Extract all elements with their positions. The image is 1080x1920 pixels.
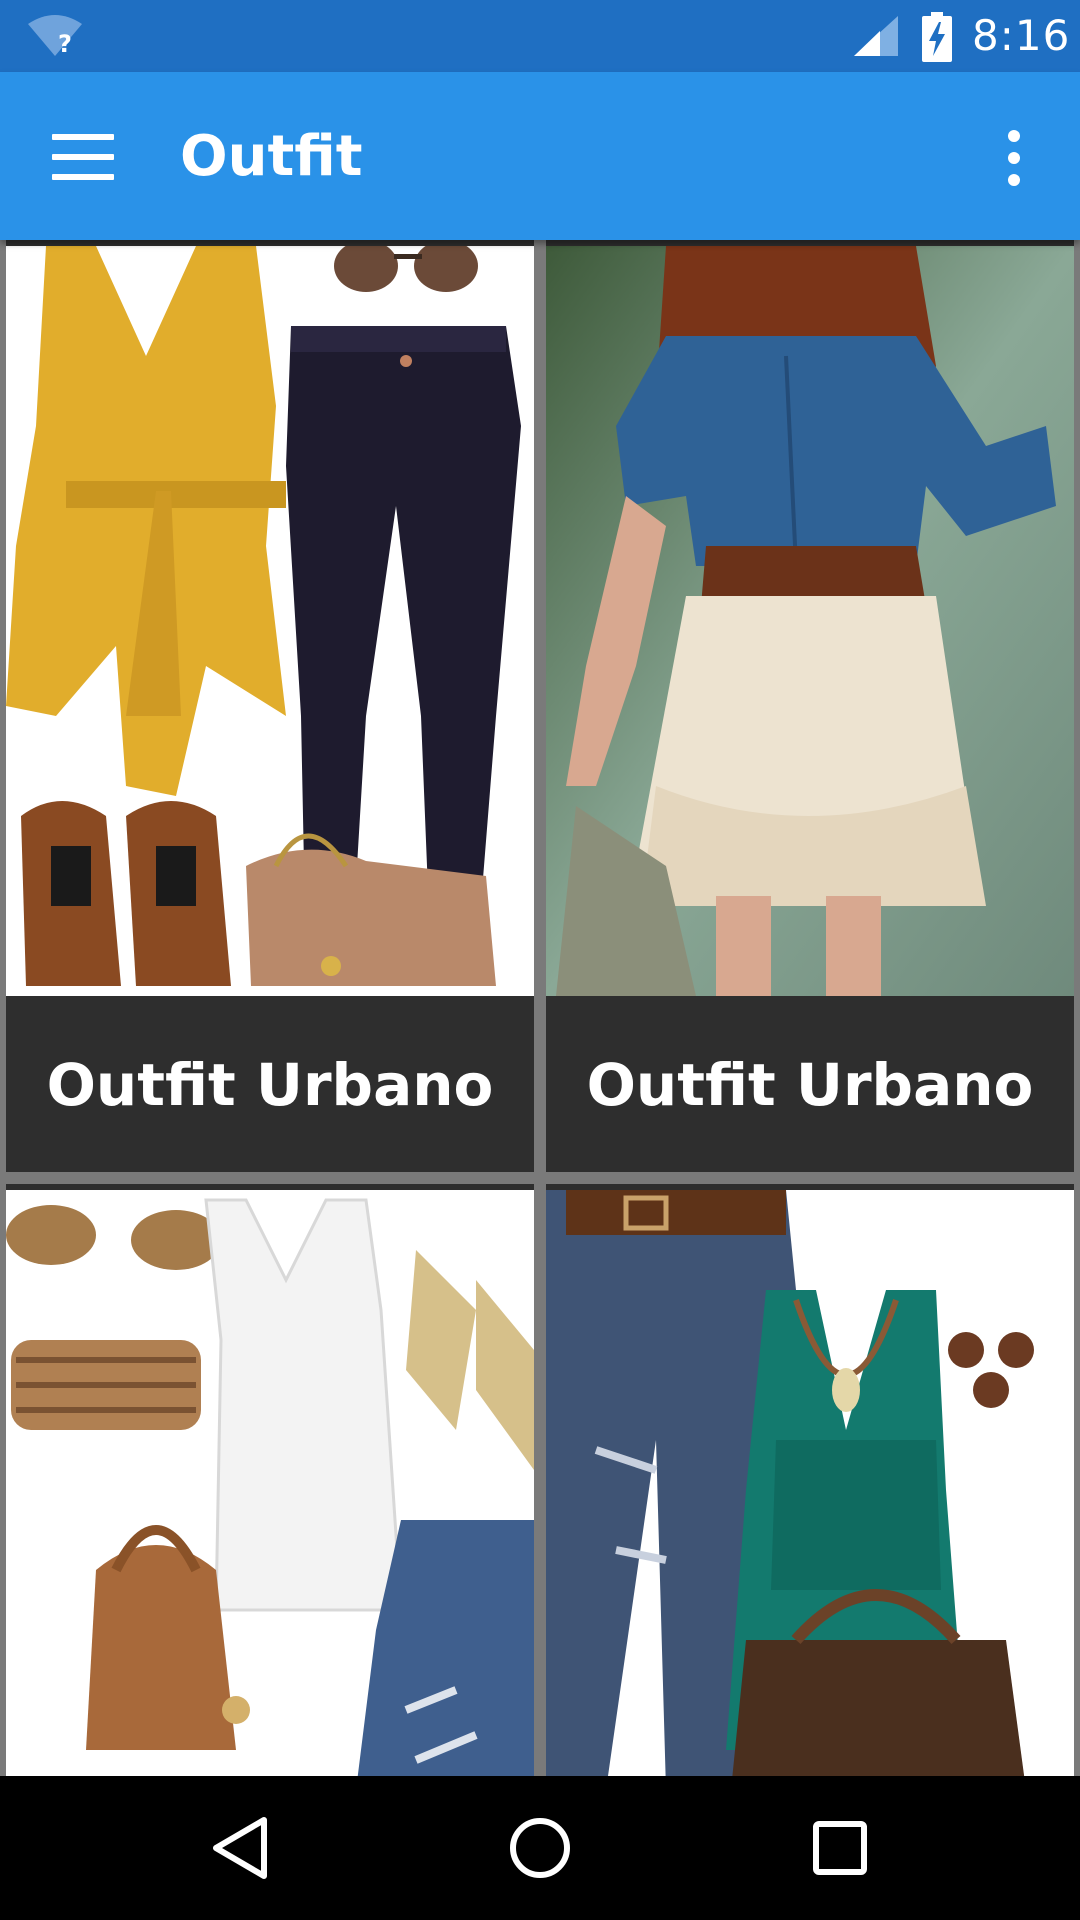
cell-signal-icon: [854, 16, 898, 56]
outfit-photo: [546, 246, 1074, 996]
card-caption: Outfit Urbano: [546, 996, 1074, 1172]
status-time: 8:16: [972, 11, 1071, 60]
outfit-photo: [6, 246, 534, 996]
system-nav-bar: [0, 1776, 1080, 1920]
outfit-card[interactable]: Outfit Urbano: [546, 240, 1074, 1172]
svg-text:?: ?: [58, 30, 72, 58]
more-vert-icon[interactable]: [996, 128, 1032, 188]
card-caption: Outfit Urbano: [6, 996, 534, 1172]
outfit-card[interactable]: Outfit Urbano: [6, 240, 534, 1172]
outfit-card[interactable]: [546, 1184, 1074, 1776]
wifi-unknown-icon: ?: [28, 15, 82, 58]
outfit-photo: [6, 1190, 534, 1776]
app-bar: Outfit: [0, 72, 1080, 240]
hamburger-menu-icon[interactable]: [52, 134, 114, 180]
outfit-photo: [546, 1190, 1074, 1776]
page-title: Outfit: [180, 124, 363, 189]
outfit-card[interactable]: [6, 1184, 534, 1776]
back-icon[interactable]: [200, 1806, 284, 1890]
recent-apps-icon[interactable]: [798, 1806, 882, 1890]
outfit-grid: Outfit Urbano Outfit Urbano: [0, 240, 1080, 1776]
status-bar: ? 8:16: [0, 0, 1080, 72]
home-icon[interactable]: [498, 1806, 582, 1890]
battery-charging-icon: [922, 12, 952, 62]
